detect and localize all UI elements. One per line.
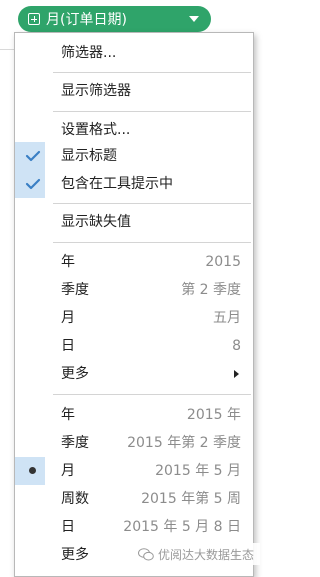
expand-plus-icon[interactable] xyxy=(28,13,40,25)
menu-item-discrete-more[interactable]: 更多 xyxy=(15,360,253,388)
menu-item-label: 显示筛选器 xyxy=(61,83,131,99)
menu-item-label: 筛选器... xyxy=(61,45,117,61)
context-menu: 筛选器... 显示筛选器 设置格式... 显示标题 包含在工具提示中 显示缺失值… xyxy=(14,32,254,577)
menu-item-show-filter[interactable]: 显示筛选器 xyxy=(15,77,253,105)
menu-item-example: 五月 xyxy=(213,310,241,326)
menu-item-example: 2015 年第 2 季度 xyxy=(127,435,241,451)
menu-item-continuous-quarter[interactable]: 季度 2015 年第 2 季度 xyxy=(15,429,253,457)
menu-separator xyxy=(53,242,251,243)
watermark: 优阅达大数据生态 xyxy=(138,543,260,565)
checkmark-icon xyxy=(25,150,41,162)
field-pill-month-order-date[interactable]: 月(订单日期) xyxy=(18,6,211,32)
menu-item-discrete-quarter[interactable]: 季度 第 2 季度 xyxy=(15,276,253,304)
menu-item-example: 2015 年 5 月 xyxy=(155,463,241,479)
menu-item-label: 周数 xyxy=(61,491,89,507)
menu-item-label: 年 xyxy=(61,254,75,270)
menu-item-continuous-year[interactable]: 年 2015 年 xyxy=(15,401,253,429)
field-pill-label: 月(订单日期) xyxy=(46,12,127,28)
menu-item-format[interactable]: 设置格式... xyxy=(15,116,253,144)
wechat-icon xyxy=(138,547,154,560)
menu-item-label: 更多 xyxy=(61,547,89,563)
menu-separator xyxy=(53,72,251,73)
menu-item-label: 设置格式... xyxy=(61,122,131,138)
background-divider xyxy=(0,49,14,50)
menu-item-example: 第 2 季度 xyxy=(181,282,241,298)
checkmark-icon xyxy=(25,178,41,190)
menu-item-continuous-day[interactable]: 日 2015 年 5 月 8 日 xyxy=(15,513,253,541)
menu-separator xyxy=(53,394,251,395)
menu-item-continuous-month[interactable]: 月 2015 年 5 月 xyxy=(15,457,253,485)
menu-item-label: 日 xyxy=(61,519,75,535)
menu-item-label: 更多 xyxy=(61,366,89,382)
dropdown-caret-icon[interactable] xyxy=(189,16,199,22)
menu-item-label: 日 xyxy=(61,338,75,354)
menu-item-example: 2015 年 5 月 8 日 xyxy=(123,519,241,535)
menu-separator xyxy=(53,111,251,112)
menu-item-show-title[interactable]: 显示标题 xyxy=(15,142,253,170)
menu-item-example: 2015 年第 5 周 xyxy=(141,491,241,507)
menu-item-discrete-year[interactable]: 年 2015 xyxy=(15,248,253,276)
menu-item-example: 2015 年 xyxy=(186,407,241,423)
menu-item-show-missing[interactable]: 显示缺失值 xyxy=(15,208,253,236)
menu-item-continuous-week[interactable]: 周数 2015 年第 5 周 xyxy=(15,485,253,513)
watermark-text: 优阅达大数据生态 xyxy=(158,547,255,562)
menu-item-label: 月 xyxy=(61,310,75,326)
menu-item-label: 月 xyxy=(61,463,75,479)
menu-item-discrete-month[interactable]: 月 五月 xyxy=(15,304,253,332)
selected-bullet-icon xyxy=(29,467,36,474)
menu-item-label: 季度 xyxy=(61,282,89,298)
menu-item-label: 显示缺失值 xyxy=(61,214,131,230)
menu-item-label: 季度 xyxy=(61,435,89,451)
menu-item-discrete-day[interactable]: 日 8 xyxy=(15,332,253,360)
menu-item-example: 8 xyxy=(232,338,241,354)
menu-item-include-tooltip[interactable]: 包含在工具提示中 xyxy=(15,170,253,198)
menu-item-label: 包含在工具提示中 xyxy=(61,176,173,192)
menu-item-example: 2015 xyxy=(205,254,241,270)
menu-item-label: 显示标题 xyxy=(61,148,117,164)
submenu-arrow-icon xyxy=(234,370,239,378)
menu-separator xyxy=(53,203,251,204)
menu-item-filter[interactable]: 筛选器... xyxy=(15,39,253,67)
menu-item-label: 年 xyxy=(61,407,75,423)
